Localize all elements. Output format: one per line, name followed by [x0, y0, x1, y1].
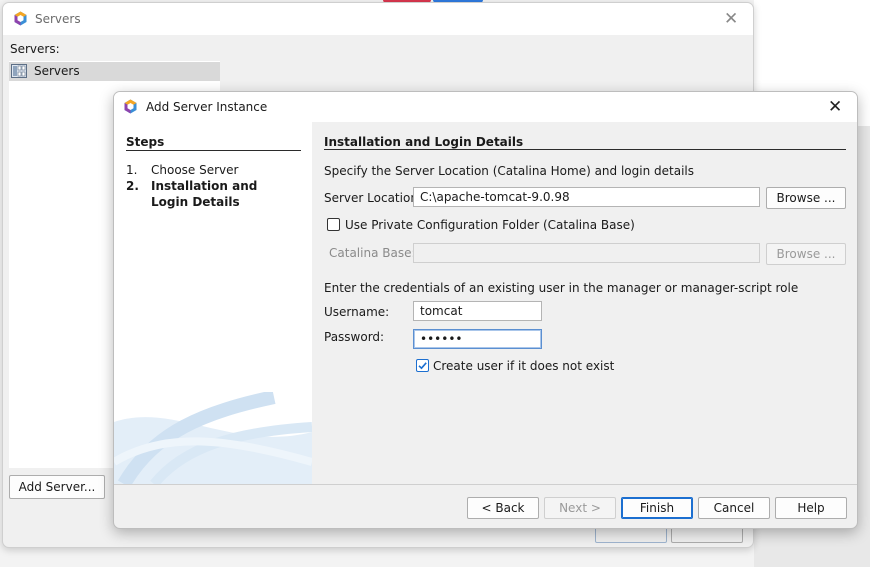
server-location-label: Server Location:: [324, 191, 422, 205]
steps-divider: [126, 150, 301, 151]
server-icon: [11, 64, 27, 78]
step-label: Choose Server: [151, 163, 239, 177]
password-label: Password:: [324, 330, 385, 344]
next-button[interactable]: Next >: [544, 497, 616, 519]
private-config-checkbox[interactable]: [327, 218, 340, 231]
steps-pane: Steps 1. Choose Server 2. Installation a…: [114, 122, 312, 484]
browse-catalina-base-button[interactable]: Browse ...: [766, 243, 846, 265]
wizard-decoration-graphic: [114, 392, 312, 484]
username-label: Username:: [324, 305, 390, 319]
tree-item-label: Servers: [34, 64, 80, 78]
create-user-checkbox[interactable]: [416, 359, 429, 372]
servers-label: Servers:: [10, 42, 60, 56]
close-icon[interactable]: ✕: [828, 99, 842, 116]
steps-title: Steps: [126, 135, 165, 149]
username-input[interactable]: [413, 301, 542, 321]
catalina-base-label: Catalina Base:: [329, 246, 416, 260]
button-bar-divider: [114, 484, 857, 485]
step-label: Installation and Login Details: [151, 179, 258, 209]
browse-location-button[interactable]: Browse ...: [766, 187, 846, 209]
back-button[interactable]: < Back: [467, 497, 539, 519]
netbeans-logo-icon: [13, 11, 28, 26]
servers-window-title: Servers: [35, 12, 81, 26]
cancel-button[interactable]: Cancel: [698, 497, 770, 519]
netbeans-logo-icon: [123, 99, 138, 114]
create-user-label: Create user if it does not exist: [433, 359, 615, 373]
wizard-titlebar: Add Server Instance ✕: [114, 92, 857, 122]
location-intro-text: Specify the Server Location (Catalina Ho…: [324, 164, 694, 178]
tree-item-servers[interactable]: Servers: [9, 62, 220, 81]
wizard-title: Add Server Instance: [146, 100, 268, 114]
add-server-instance-dialog: Add Server Instance ✕ Steps 1. Choose Se…: [113, 91, 858, 529]
panel-title: Installation and Login Details: [324, 135, 524, 149]
private-config-label: Use Private Configuration Folder (Catali…: [345, 218, 635, 232]
help-button[interactable]: Help: [775, 497, 847, 519]
close-icon[interactable]: ✕: [724, 11, 738, 28]
panel-divider: [324, 149, 846, 150]
servers-titlebar: Servers ✕: [3, 3, 753, 35]
credentials-intro-text: Enter the credentials of an existing use…: [324, 281, 799, 295]
catalina-base-input[interactable]: [413, 243, 760, 263]
step-number: 1.: [126, 163, 138, 177]
add-server-button[interactable]: Add Server...: [9, 475, 105, 499]
server-location-input[interactable]: [413, 187, 760, 207]
step-number: 2.: [126, 179, 139, 193]
checkmark-icon: [418, 362, 427, 370]
password-input[interactable]: [413, 329, 542, 349]
finish-button[interactable]: Finish: [621, 497, 693, 519]
